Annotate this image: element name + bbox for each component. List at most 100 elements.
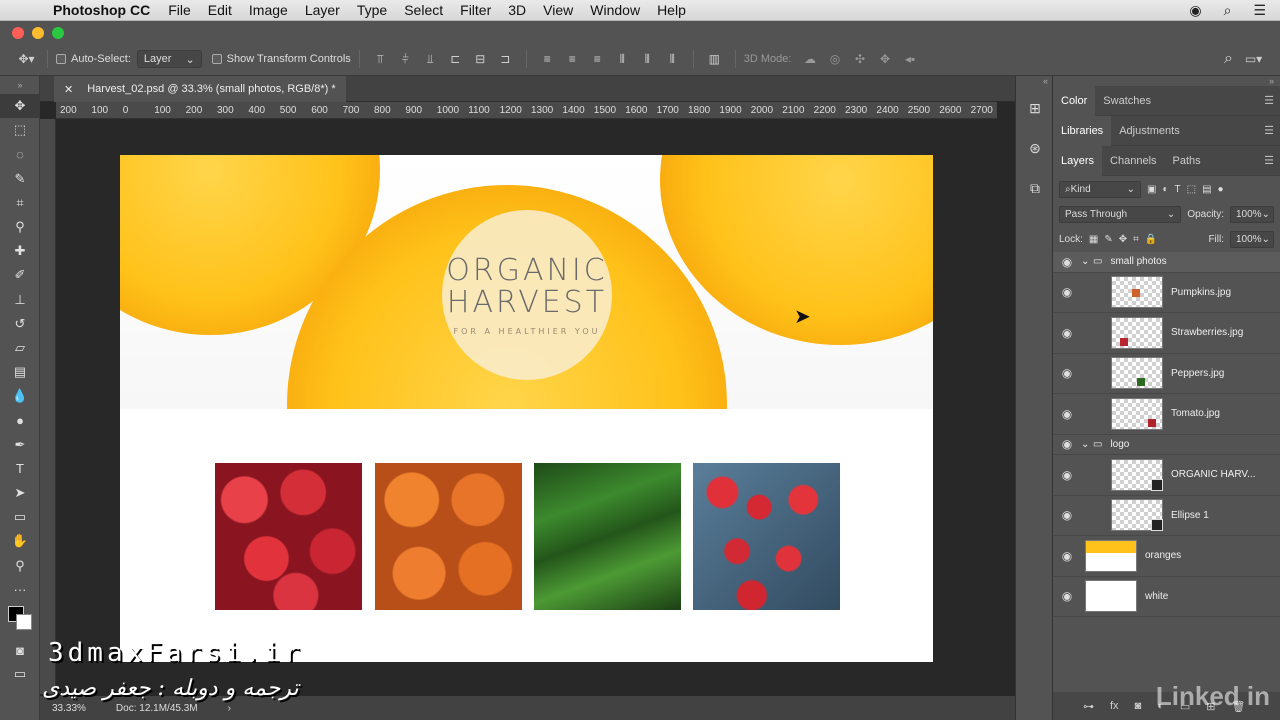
3d-roll-icon[interactable]: ◎ xyxy=(822,52,847,66)
doc-size[interactable]: Doc: 12.1M/45.3M xyxy=(116,703,198,714)
fill-field[interactable]: 100% ⌄ xyxy=(1230,231,1274,248)
layer-group-row[interactable]: ◉ ⌄ ▭ small photos xyxy=(1053,252,1280,273)
3d-slide-icon[interactable]: ✥ xyxy=(872,52,897,66)
distribute-left-icon[interactable]: ⦀ xyxy=(610,52,635,67)
align-right-icon[interactable]: ⊐ xyxy=(493,52,518,66)
workspace-icon[interactable]: ▭▾ xyxy=(1241,52,1266,66)
lock-all-icon[interactable]: 🔒 xyxy=(1145,234,1157,245)
history-panel-icon[interactable]: ⊞ xyxy=(1016,88,1054,128)
distribute-bottom-icon[interactable]: ≡ xyxy=(585,52,610,66)
distribute-hcenter-icon[interactable]: ⦀ xyxy=(635,52,660,67)
move-tool-preset-icon[interactable]: ✥▾ xyxy=(14,52,39,66)
spotlight-search-icon[interactable]: ⌕ xyxy=(1224,2,1232,19)
clone-source-icon[interactable]: ⧉ xyxy=(1016,168,1054,208)
lasso-tool-icon[interactable]: ◌ xyxy=(0,142,40,166)
filter-pixel-icon[interactable]: ▣ xyxy=(1147,184,1156,195)
layer-group-row[interactable]: ◉ ⌄ ▭ logo xyxy=(1053,435,1280,455)
background-color-swatch[interactable] xyxy=(16,613,32,630)
menu-3d[interactable]: 3D xyxy=(508,2,526,18)
move-tool-icon[interactable]: ✥ xyxy=(0,94,40,119)
auto-select-checkbox[interactable] xyxy=(56,54,66,64)
marquee-tool-icon[interactable]: ⬚ xyxy=(0,118,40,142)
layer-row[interactable]: ◉ Tomato.jpg xyxy=(1053,394,1280,435)
3d-scale-icon[interactable]: ◂▪ xyxy=(897,52,922,66)
history-brush-tool-icon[interactable]: ↺ xyxy=(0,312,40,336)
auto-align-icon[interactable]: ▥ xyxy=(702,52,727,66)
panel-menu-icon[interactable]: ☰ xyxy=(1264,124,1274,137)
3d-pan-icon[interactable]: ✣ xyxy=(847,52,872,66)
visibility-eye-icon[interactable]: ◉ xyxy=(1053,549,1081,563)
opacity-field[interactable]: 100% ⌄ xyxy=(1230,206,1274,223)
3d-orbit-icon[interactable]: ☁ xyxy=(797,52,822,66)
tab-channels[interactable]: Channels xyxy=(1102,146,1164,176)
layer-style-icon[interactable]: fx xyxy=(1110,700,1119,712)
collapse-strip-icon[interactable]: « xyxy=(1016,76,1052,88)
layer-row[interactable]: ◉ Strawberries.jpg xyxy=(1053,313,1280,354)
screen-mode-icon[interactable]: ▭ xyxy=(0,662,40,686)
hand-tool-icon[interactable]: ✋ xyxy=(0,529,40,553)
app-menu[interactable]: Photoshop CC xyxy=(53,2,150,18)
crop-tool-icon[interactable]: ⌗ xyxy=(0,191,40,215)
filter-kind-dropdown[interactable]: ⌕Kind ⌄ xyxy=(1059,180,1141,198)
menu-view[interactable]: View xyxy=(543,2,573,18)
lock-pixels-icon[interactable]: ✎ xyxy=(1104,234,1112,245)
clone-stamp-tool-icon[interactable]: ⊥ xyxy=(0,288,40,312)
panel-menu-icon[interactable]: ☰ xyxy=(1264,154,1274,167)
lock-transparent-icon[interactable]: ▦ xyxy=(1089,234,1098,245)
link-layers-icon[interactable]: ⊶ xyxy=(1083,700,1094,713)
zoom-window-icon[interactable] xyxy=(52,27,64,39)
menu-filter[interactable]: Filter xyxy=(460,2,491,18)
menu-select[interactable]: Select xyxy=(404,2,443,18)
creative-cloud-icon[interactable]: ◉ xyxy=(1189,2,1201,19)
align-bottom-icon[interactable]: ⫫ xyxy=(418,52,443,67)
close-tab-icon[interactable]: ✕ xyxy=(64,83,73,96)
canvas[interactable]: ORGANIC HARVEST FOR A HEALTHIER YOU xyxy=(120,155,933,662)
dodge-tool-icon[interactable]: ● xyxy=(0,408,40,432)
tab-paths[interactable]: Paths xyxy=(1165,146,1209,176)
align-hcenter-icon[interactable]: ⊟ xyxy=(468,52,493,66)
tab-libraries[interactable]: Libraries xyxy=(1053,115,1112,146)
status-menu-arrow-icon[interactable]: › xyxy=(228,703,231,714)
pen-tool-icon[interactable]: ✒ xyxy=(0,433,40,457)
filter-smart-object-icon[interactable]: ▤ xyxy=(1202,184,1211,195)
layer-row[interactable]: ◉ Pumpkins.jpg xyxy=(1053,273,1280,313)
distribute-top-icon[interactable]: ≡ xyxy=(535,52,560,66)
notification-list-icon[interactable]: ☰ xyxy=(1253,2,1266,19)
menu-window[interactable]: Window xyxy=(590,2,640,18)
layer-row[interactable]: ◉ oranges xyxy=(1053,536,1280,577)
tab-adjustments[interactable]: Adjustments xyxy=(1111,116,1188,146)
lock-artboard-icon[interactable]: ⌗ xyxy=(1133,234,1139,245)
color-swatches[interactable] xyxy=(0,602,40,638)
menu-layer[interactable]: Layer xyxy=(305,2,340,18)
edit-toolbar-icon[interactable]: ··· xyxy=(0,578,40,602)
rectangle-tool-icon[interactable]: ▭ xyxy=(0,505,40,529)
document-tab[interactable]: ✕ Harvest_02.psd @ 33.3% (small photos, … xyxy=(54,76,346,102)
align-vcenter-icon[interactable]: ⫩ xyxy=(393,52,418,67)
brush-presets-icon[interactable]: ⊛ xyxy=(1016,128,1054,168)
filter-shape-icon[interactable]: ⬚ xyxy=(1187,184,1196,195)
show-transform-checkbox[interactable] xyxy=(211,54,222,64)
filter-toggle-icon[interactable]: ● xyxy=(1218,184,1224,195)
align-top-icon[interactable]: ⫪ xyxy=(368,52,393,67)
zoom-tool-icon[interactable]: ⚲ xyxy=(0,554,40,578)
brush-tool-icon[interactable]: ✐ xyxy=(0,263,40,287)
filter-adjustment-icon[interactable]: ◐ xyxy=(1162,184,1168,195)
healing-brush-tool-icon[interactable]: ✚ xyxy=(0,239,40,263)
layer-row[interactable]: ◉ Peppers.jpg xyxy=(1053,354,1280,394)
tab-swatches[interactable]: Swatches xyxy=(1095,86,1159,116)
chevron-down-icon[interactable]: ⌄ xyxy=(1081,439,1093,450)
visibility-eye-icon[interactable]: ◉ xyxy=(1053,589,1081,603)
tab-color[interactable]: Color xyxy=(1053,85,1096,116)
menu-image[interactable]: Image xyxy=(249,2,288,18)
visibility-eye-icon[interactable]: ◉ xyxy=(1053,326,1081,340)
chevron-down-icon[interactable]: ⌄ xyxy=(1081,256,1093,267)
filter-type-icon[interactable]: T xyxy=(1175,184,1181,195)
quick-mask-icon[interactable]: ◙ xyxy=(0,638,40,662)
layer-row[interactable]: ◉ white xyxy=(1053,577,1280,617)
layer-row[interactable]: ◉ Ellipse 1 xyxy=(1053,496,1280,536)
close-window-icon[interactable] xyxy=(12,27,24,39)
gradient-tool-icon[interactable]: ▤ xyxy=(0,360,40,384)
zoom-level[interactable]: 33.33% xyxy=(52,703,86,714)
collapse-tools-icon[interactable]: » xyxy=(0,76,40,94)
menu-type[interactable]: Type xyxy=(357,2,387,18)
